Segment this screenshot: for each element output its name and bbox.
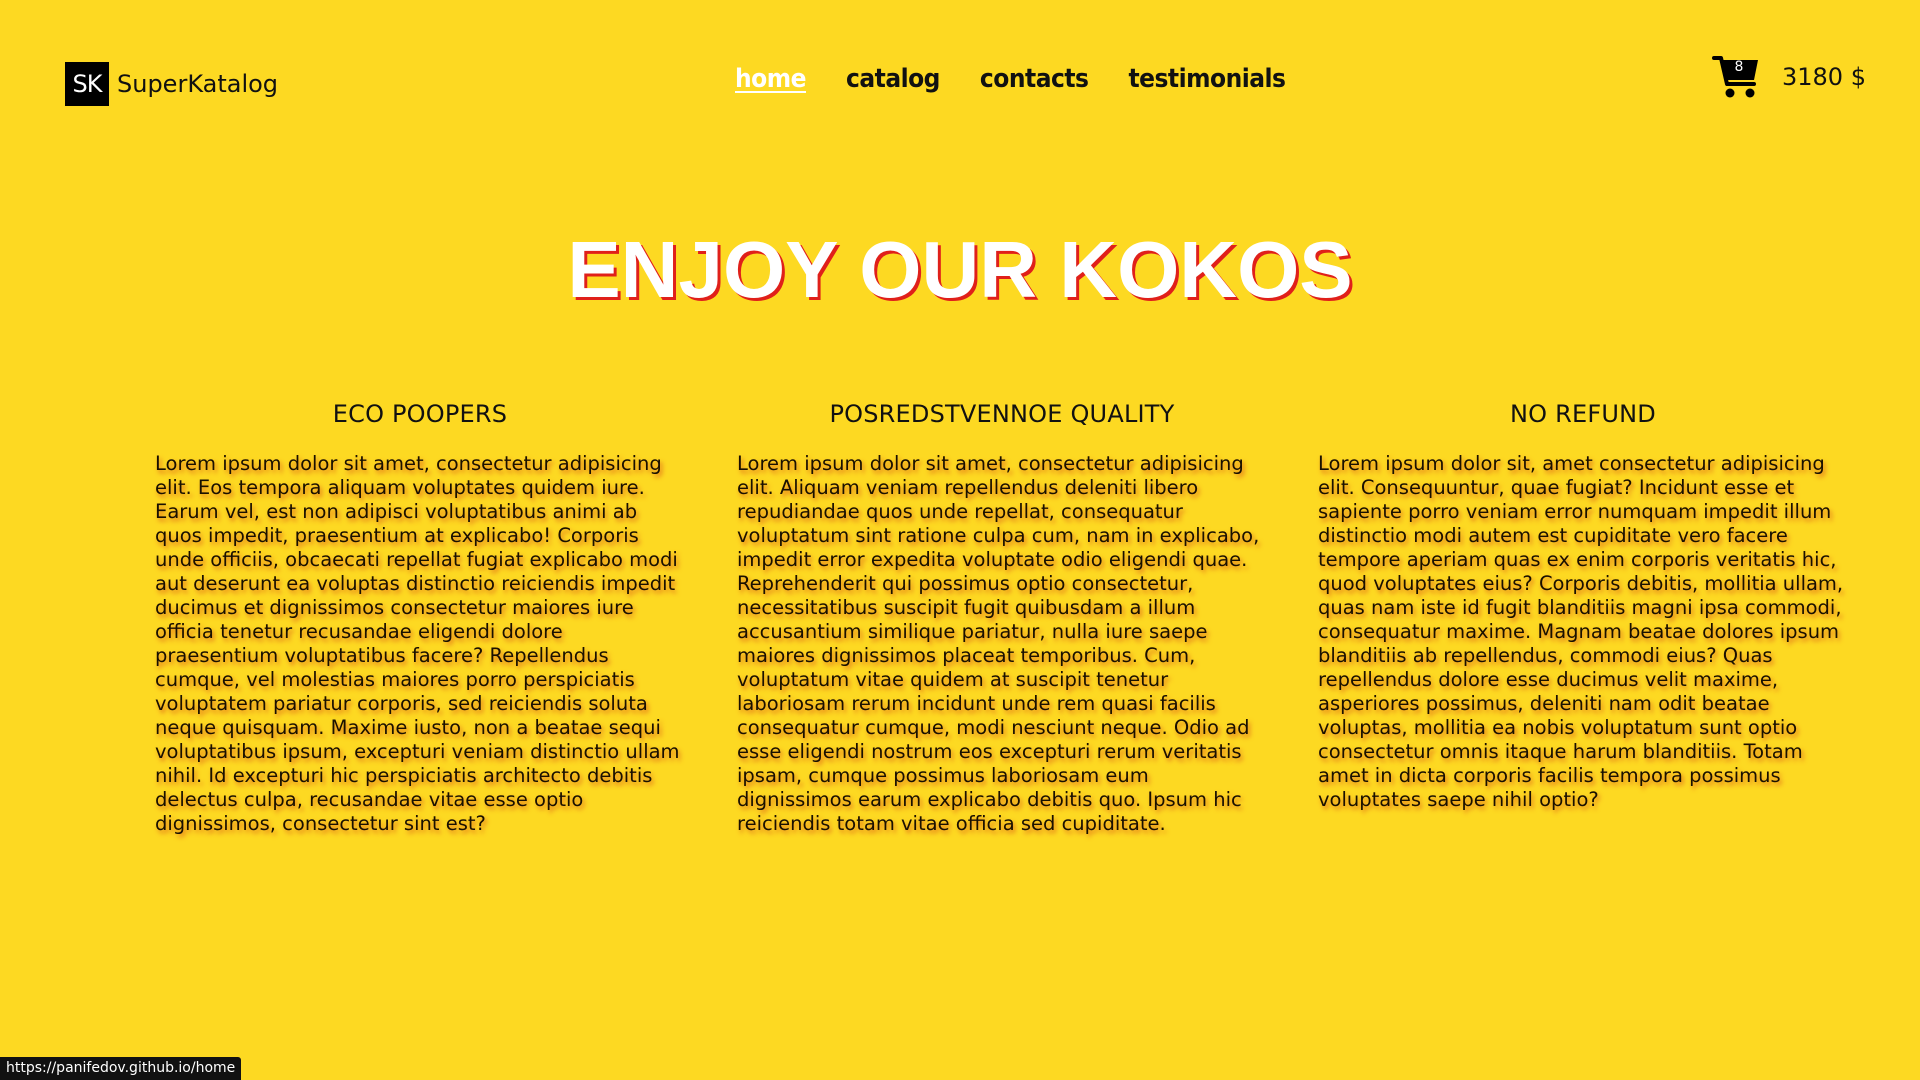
feature-text: Lorem ipsum dolor sit amet, consectetur … xyxy=(155,452,680,835)
nav-home[interactable]: home xyxy=(735,64,806,94)
cart[interactable]: 8 3180 $ xyxy=(1712,54,1866,100)
feature-text: Lorem ipsum dolor sit, amet consectetur … xyxy=(1318,452,1844,811)
cart-count-badge: 8 xyxy=(1734,59,1744,75)
feature-card: ECO POOPERS Lorem ipsum dolor sit amet, … xyxy=(155,400,685,836)
status-bar-url: https://panifedov.github.io/home xyxy=(0,1057,242,1080)
logo[interactable]: SK SuperKatalog xyxy=(65,62,278,106)
logo-name: SuperKatalog xyxy=(117,70,279,98)
cart-icon[interactable]: 8 xyxy=(1712,54,1762,100)
feature-card: NO REFUND Lorem ipsum dolor sit, amet co… xyxy=(1318,400,1848,812)
feature-title: NO REFUND xyxy=(1510,400,1656,428)
feature-text: Lorem ipsum dolor sit amet, consectetur … xyxy=(737,452,1260,835)
page: SK SuperKatalog home catalog contacts te… xyxy=(0,0,1920,1080)
cart-total: 3180 $ xyxy=(1782,63,1866,91)
nav-contacts[interactable]: contacts xyxy=(980,64,1089,94)
feature-title: POSREDSTVENNOE QUALITY xyxy=(829,400,1175,428)
feature-card: POSREDSTVENNOE QUALITY Lorem ipsum dolor… xyxy=(737,400,1267,836)
hero-title: ENJOY OUR KOKOS xyxy=(567,225,1353,314)
feature-title: ECO POOPERS xyxy=(332,400,508,428)
nav-testimonials[interactable]: testimonials xyxy=(1128,64,1286,94)
main-nav: home catalog contacts testimonials xyxy=(735,64,1286,94)
logo-mark: SK xyxy=(65,62,109,106)
nav-catalog[interactable]: catalog xyxy=(846,64,940,94)
